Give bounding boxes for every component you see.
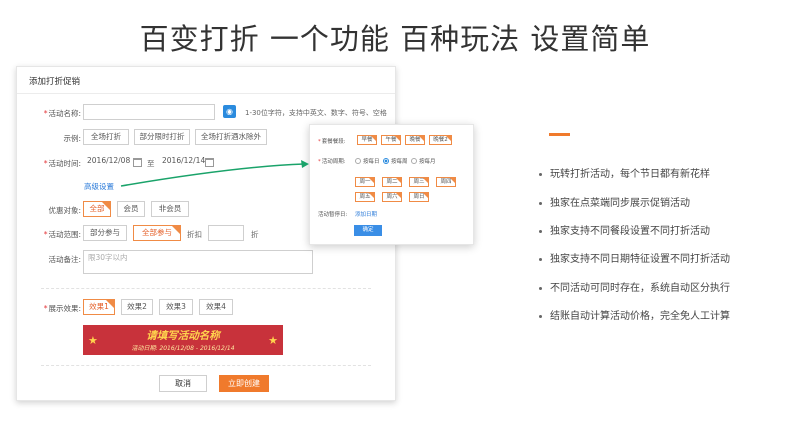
cycle-daily-label: 按每日: [363, 159, 380, 165]
cycle-monthly-radio[interactable]: [411, 158, 417, 164]
display-effect3-button[interactable]: 效果3: [159, 299, 193, 315]
cycle-monthly-label: 按每月: [419, 159, 436, 165]
display-label: 展示效果:: [21, 303, 81, 314]
weekday-sun-button[interactable]: 周日: [409, 192, 429, 202]
discount-unit: 折: [251, 230, 259, 239]
remark-textarea[interactable]: 限30字以内: [83, 250, 313, 274]
advanced-settings-popup: 套餐餐段: 早餐 午餐 晚餐 晚餐2 活动周期: 按每日 按每周 按每月 周一 …: [309, 124, 474, 245]
banner-date: 活动日期: 2016/12/08 - 2016/12/14: [131, 345, 235, 352]
cycle-weekly-label: 按每周: [391, 159, 408, 165]
discount-label: 折扣: [187, 230, 202, 239]
audience-member-button[interactable]: 会员: [117, 201, 145, 217]
bullet-icon: [539, 229, 542, 233]
weekday-thu-button[interactable]: 周四: [436, 177, 456, 187]
cycle-weekly-radio[interactable]: [383, 158, 389, 164]
advanced-settings-link[interactable]: 高级设置: [84, 181, 114, 192]
cycle-daily-radio[interactable]: [355, 158, 361, 164]
feature-item-2: 独家在点菜端同步展示促销活动: [539, 194, 690, 209]
display-effect1-button[interactable]: 效果1: [83, 299, 115, 315]
weekday-wed-button[interactable]: 周三: [409, 177, 429, 187]
cancel-button[interactable]: 取消: [159, 375, 207, 392]
pause-date-label: 活动暂停日:: [318, 212, 348, 218]
weekday-sat-button[interactable]: 周六: [382, 192, 402, 202]
scope-all-button[interactable]: 全部参与: [133, 225, 181, 241]
example-partial-timed-button[interactable]: 部分限时打折: [134, 129, 190, 145]
scope-partial-button[interactable]: 部分参与: [83, 225, 127, 241]
preview-eye-icon[interactable]: ◉: [223, 105, 236, 118]
feature-item-4: 独家支持不同日期特征设置不同打折活动: [539, 250, 730, 265]
audience-nonmember-button[interactable]: 非会员: [151, 201, 189, 217]
accent-bar: [549, 133, 570, 136]
bullet-icon: [539, 257, 542, 261]
meal-period-label: 套餐餐段:: [318, 137, 346, 145]
feature-item-1: 玩转打折活动，每个节日都有新花样: [539, 165, 710, 180]
example-full-discount-button[interactable]: 全场打折: [83, 129, 129, 145]
example-label: 示例:: [63, 134, 81, 143]
form-title: 添加打折促销: [29, 77, 81, 87]
meal-breakfast-button[interactable]: 早餐: [357, 135, 377, 145]
end-calendar-icon[interactable]: [205, 158, 214, 167]
display-effect4-button[interactable]: 效果4: [199, 299, 233, 315]
section-divider: [41, 288, 371, 289]
activity-name-input[interactable]: [83, 104, 215, 120]
banner-title: 请填写活动名称: [146, 330, 220, 342]
meal-lunch-button[interactable]: 午餐: [381, 135, 401, 145]
weekday-mon-button[interactable]: 周一: [355, 177, 375, 187]
promo-banner-preview: ★ 请填写活动名称 活动日期: 2016/12/08 - 2016/12/14 …: [83, 325, 283, 355]
bullet-icon: [539, 201, 542, 205]
create-button[interactable]: 立即创建: [219, 375, 269, 392]
remark-label: 活动备注:: [48, 255, 81, 264]
feature-item-3: 独家支持不同餐段设置不同打折活动: [539, 222, 710, 237]
discount-input[interactable]: [208, 225, 244, 241]
display-effect2-button[interactable]: 效果2: [121, 299, 153, 315]
page-headline: 百变打折 一个功能 百种玩法 设置简单: [139, 22, 651, 56]
bullet-icon: [539, 314, 542, 318]
meal-dinner-button[interactable]: 晚餐: [405, 135, 425, 145]
bullet-icon: [539, 286, 542, 290]
bullet-icon: [539, 172, 542, 176]
banner-right-star-icon: ★: [268, 334, 278, 347]
add-pause-date-link[interactable]: 添加日期: [355, 210, 377, 218]
activity-name-label: 活动名称:: [21, 108, 81, 119]
audience-label: 优惠对象:: [48, 206, 81, 215]
title-divider: [17, 93, 395, 94]
feature-item-5: 不同活动可同时存在，系统自动区分执行: [539, 279, 730, 294]
weekday-tue-button[interactable]: 周二: [382, 177, 402, 187]
footer-divider: [41, 365, 371, 366]
date-separator: 至: [147, 159, 155, 168]
example-exclude-drinks-button[interactable]: 全场打折酒水除外: [195, 129, 267, 145]
meal-dinner2-button[interactable]: 晚餐2: [429, 135, 452, 145]
cycle-label: 活动周期:: [318, 157, 346, 165]
audience-all-button[interactable]: 全部: [83, 201, 111, 217]
weekday-fri-button[interactable]: 周五: [355, 192, 375, 202]
start-calendar-icon[interactable]: [133, 158, 142, 167]
activity-time-label: 活动时间:: [21, 158, 81, 169]
feature-item-6: 结账自动计算活动价格，完全免人工计算: [539, 307, 730, 322]
scope-label: 活动范围:: [21, 229, 81, 240]
activity-name-hint: 1-30位字符，支持中英文、数字、符号、空格: [245, 109, 387, 117]
popup-confirm-button[interactable]: 确定: [354, 225, 382, 236]
